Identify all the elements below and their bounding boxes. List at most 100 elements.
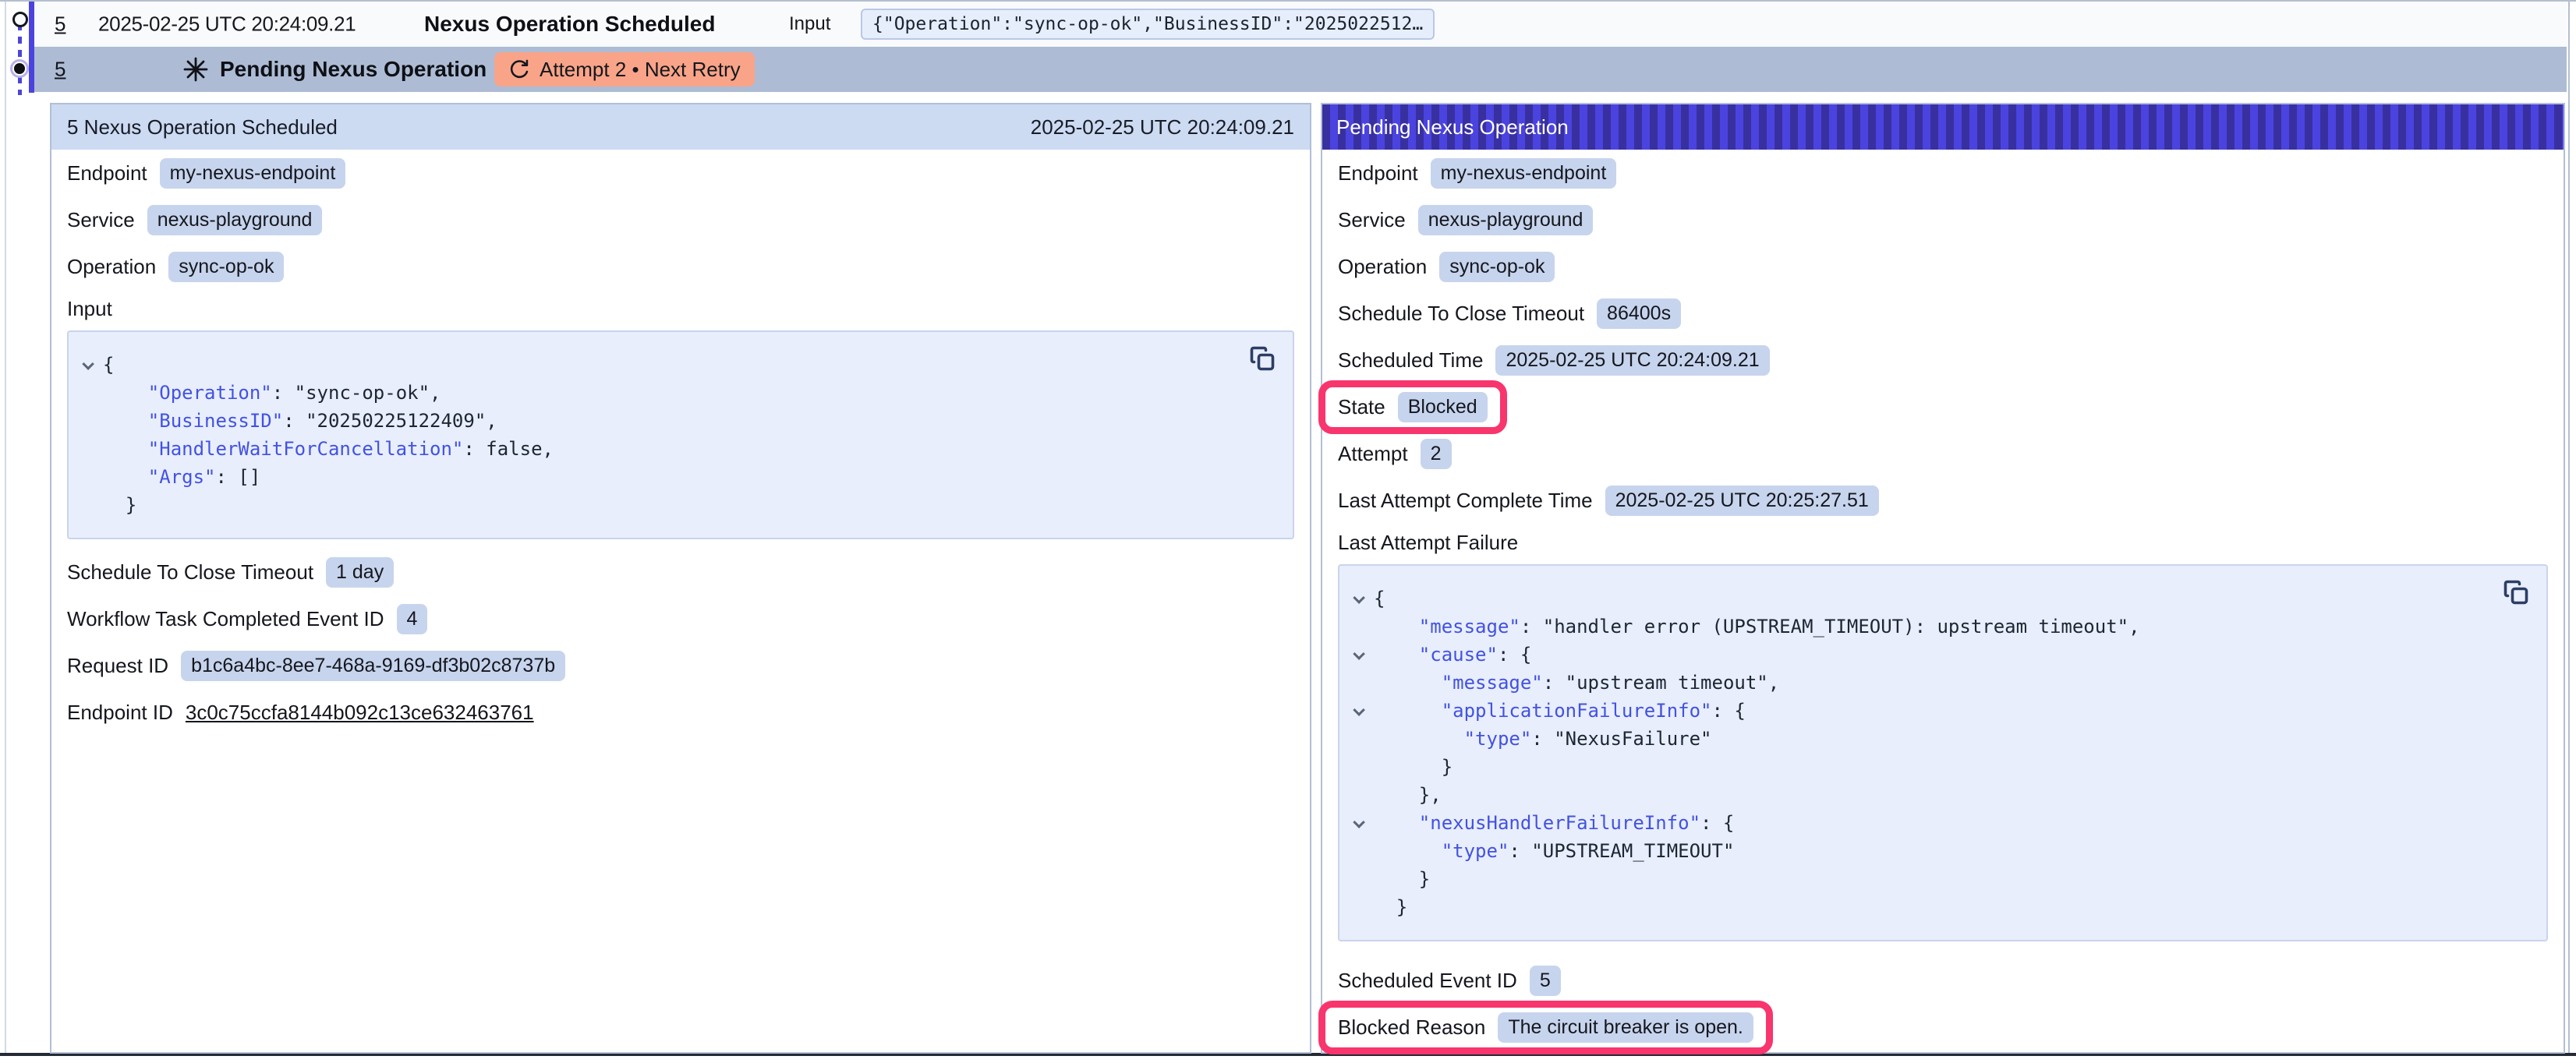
code-line: "applicationFailureInfo": { [1374, 697, 1746, 725]
code-line-gutter [75, 463, 103, 491]
code-line-gutter [1346, 837, 1374, 865]
retry-icon [508, 58, 530, 80]
collapse-chevron-icon[interactable] [1353, 704, 1365, 716]
field-value-pill: 2025-02-25 UTC 20:25:27.51 [1605, 486, 1879, 516]
frame-right-border [2568, 2, 2570, 1054]
collapse-chevron-icon[interactable] [1353, 816, 1365, 828]
pending-nexus-operation-panel: Pending Nexus Operation Endpoint my-nexu… [1321, 103, 2565, 1054]
field-value-pill: my-nexus-endpoint [1431, 158, 1617, 189]
field-endpoint: Endpoint my-nexus-endpoint [1338, 150, 2548, 196]
code-line: } [1374, 753, 1453, 781]
field-operation: Operation sync-op-ok [67, 243, 1294, 290]
field-value-pill: 1 day [326, 557, 394, 588]
code-line-gutter [1346, 697, 1374, 725]
endpoint-id-link[interactable]: 3c0c75ccfa8144b092c13ce632463761 [186, 701, 534, 725]
field-operation: Operation sync-op-ok [1338, 243, 2548, 290]
input-preview-pill: {"Operation":"sync-op-ok","BusinessID":"… [861, 9, 1435, 40]
copy-json-button[interactable] [1247, 344, 1277, 374]
code-line-gutter [1346, 893, 1374, 921]
panel-title: Pending Nexus Operation [1336, 115, 1569, 139]
copy-icon [2502, 578, 2530, 606]
code-line: "Operation": "sync-op-ok", [103, 379, 441, 407]
field-value-pill: sync-op-ok [1439, 252, 1555, 282]
event-row-nexus-operation-scheduled[interactable]: 5 2025-02-25 UTC 20:24:09.21 Nexus Opera… [34, 2, 2567, 47]
field-value-pill: 5 [1530, 966, 1561, 996]
field-value-pill: 2 [1421, 439, 1452, 469]
code-line-gutter [1346, 613, 1374, 641]
input-json-viewer: { "Operation": "sync-op-ok", "BusinessID… [67, 330, 1294, 539]
blocked-reason-value-pill: The circuit breaker is open. [1498, 1012, 1753, 1043]
field-value-pill: 86400s [1597, 298, 1681, 329]
field-service: Service nexus-playground [1338, 196, 2548, 243]
field-input: Input [67, 290, 1294, 327]
blocked-reason-highlight-annotation: Blocked Reason The circuit breaker is op… [1318, 1001, 1773, 1054]
code-line: "message": "upstream timeout", [1374, 669, 1779, 697]
event-id-link[interactable]: 5 [55, 12, 65, 37]
code-line-gutter [1346, 809, 1374, 837]
code-line: "message": "handler error (UPSTREAM_TIME… [1374, 613, 2140, 641]
state-value-pill: Blocked [1398, 392, 1488, 422]
code-line: }, [1374, 781, 1442, 809]
panel-title: 5 Nexus Operation Scheduled [67, 115, 338, 139]
code-line-gutter [1346, 753, 1374, 781]
collapse-chevron-icon[interactable] [1353, 648, 1365, 660]
field-service: Service nexus-playground [67, 196, 1294, 243]
code-line-gutter [1346, 641, 1374, 669]
code-line: "nexusHandlerFailureInfo": { [1374, 809, 1734, 837]
code-line: } [1374, 865, 1430, 893]
field-state: State Blocked [1338, 383, 2548, 430]
code-line-gutter [1346, 781, 1374, 809]
field-endpoint: Endpoint my-nexus-endpoint [67, 150, 1294, 196]
timeline-dot-fill [14, 63, 25, 74]
field-last-attempt-complete-time: Last Attempt Complete Time 2025-02-25 UT… [1338, 477, 2548, 524]
input-inline-label: Input [789, 13, 830, 35]
collapse-chevron-icon[interactable] [1353, 592, 1365, 604]
field-blocked-reason: Blocked Reason The circuit breaker is op… [1338, 1004, 2548, 1051]
field-scheduled-event-id: Scheduled Event ID 5 [1338, 957, 2548, 1004]
field-scheduled-time: Scheduled Time 2025-02-25 UTC 20:24:09.2… [1338, 337, 2548, 383]
field-last-attempt-failure: Last Attempt Failure [1338, 524, 2548, 561]
code-line-gutter [75, 491, 103, 519]
copy-json-button[interactable] [2501, 578, 2531, 608]
code-line: } [103, 491, 136, 519]
field-attempt: Attempt 2 [1338, 430, 2548, 477]
event-title: Pending Nexus Operation [220, 57, 487, 82]
field-value-pill: 2025-02-25 UTC 20:24:09.21 [1495, 345, 1769, 376]
field-endpoint-id: Endpoint ID 3c0c75ccfa8144b092c13ce63246… [67, 689, 1294, 736]
field-value-pill: nexus-playground [147, 205, 323, 235]
field-value-pill: 4 [397, 604, 428, 634]
code-line: "BusinessID": "20250225122409", [103, 407, 497, 435]
code-line: "Args": [] [103, 463, 260, 491]
code-line-gutter [1346, 584, 1374, 613]
panel-header-scheduled: 5 Nexus Operation Scheduled 2025-02-25 U… [51, 104, 1310, 150]
code-line-gutter [1346, 725, 1374, 753]
field-value-pill: sync-op-ok [168, 252, 284, 282]
frame-left-border [5, 2, 6, 1054]
code-line: } [1374, 893, 1407, 921]
field-value-pill: my-nexus-endpoint [160, 158, 346, 189]
state-highlight-annotation: State Blocked [1318, 380, 1507, 434]
code-line: { [103, 351, 114, 379]
event-timestamp: 2025-02-25 UTC 20:24:09.21 [98, 12, 356, 37]
timeline-open-circle-icon [12, 12, 28, 27]
code-line: "type": "UPSTREAM_TIMEOUT" [1374, 837, 1734, 865]
code-line-gutter [1346, 865, 1374, 893]
code-line: "cause": { [1374, 641, 1531, 669]
temporal-event-history-screen: 5 2025-02-25 UTC 20:24:09.21 Nexus Opera… [0, 0, 2576, 1063]
field-schedule-to-close-timeout: Schedule To Close Timeout 1 day [67, 549, 1294, 595]
copy-icon [1248, 344, 1276, 373]
selected-event-accent-bar [29, 2, 34, 93]
field-schedule-to-close-timeout: Schedule To Close Timeout 86400s [1338, 290, 2548, 337]
field-request-id: Request ID b1c6a4bc-8ee7-468a-9169-df3b0… [67, 642, 1294, 689]
code-line: "HandlerWaitForCancellation": false, [103, 435, 554, 463]
field-value-pill: b1c6a4bc-8ee7-468a-9169-df3b02c8737b [181, 651, 565, 681]
code-line-gutter [75, 407, 103, 435]
code-line-gutter [75, 379, 103, 407]
retry-badge-label: Attempt 2 • Next Retry [540, 58, 741, 82]
collapse-chevron-icon[interactable] [82, 358, 94, 370]
code-line-gutter [75, 435, 103, 463]
panel-timestamp: 2025-02-25 UTC 20:24:09.21 [1031, 115, 1294, 139]
event-id-link[interactable]: 5 [55, 58, 65, 82]
event-row-pending-nexus-operation[interactable]: 5 Pending Nexus Operation Attempt 2 • Ne… [34, 47, 2567, 92]
panel-header-pending: Pending Nexus Operation [1322, 104, 2564, 150]
